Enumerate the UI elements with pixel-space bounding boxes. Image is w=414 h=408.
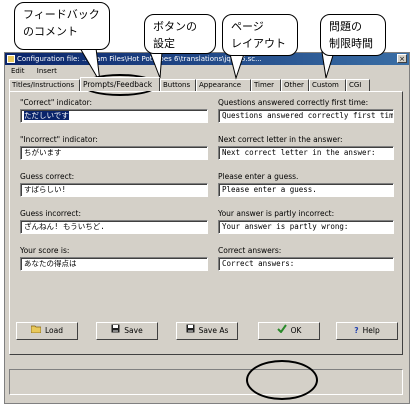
callout-timer-line2: 制限時間 bbox=[329, 37, 373, 50]
callout-feedback-line1: フィードバック bbox=[23, 8, 100, 21]
callout-feedback: フィードバック のコメント bbox=[14, 2, 110, 50]
callout-buttons: ボタンの 設定 bbox=[144, 14, 216, 54]
tab-prompts-feedback[interactable]: Prompts/Feedback bbox=[80, 77, 160, 91]
callout-buttons-line1: ボタンの bbox=[153, 20, 197, 33]
callout-feedback-line2: のコメント bbox=[23, 25, 78, 38]
highlight-ring-ok-button bbox=[246, 360, 318, 400]
callout-timer-line1: 問題の bbox=[329, 20, 362, 33]
callout-timer: 問題の 制限時間 bbox=[320, 14, 386, 56]
callout-layout: ページ レイアウト bbox=[222, 14, 298, 56]
annotation-pointers bbox=[79, 47, 335, 83]
pointer-buttons bbox=[149, 51, 163, 79]
callout-layout-line2: レイアウト bbox=[231, 37, 286, 50]
callout-buttons-line2: 設定 bbox=[153, 37, 175, 50]
callout-layout-line1: ページ bbox=[231, 20, 264, 33]
pointer-layout bbox=[229, 53, 245, 80]
